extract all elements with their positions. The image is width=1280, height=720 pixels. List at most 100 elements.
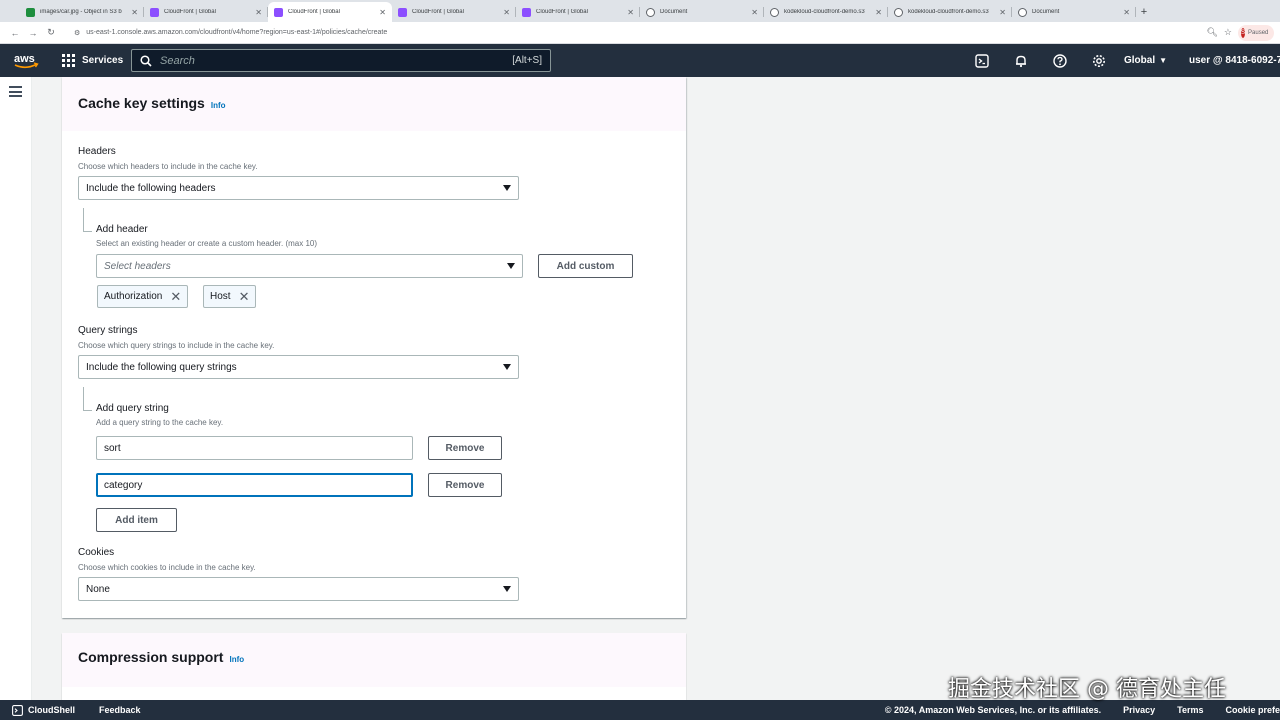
aws-logo-icon: aws <box>14 53 39 68</box>
tree-connector <box>83 208 92 232</box>
search-icon <box>140 54 152 67</box>
headers-select[interactable]: Include the following headers <box>78 176 519 200</box>
add-item-button[interactable]: Add item <box>96 508 177 532</box>
cookies-description: Choose which cookies to include in the c… <box>78 563 256 572</box>
back-arrow-icon[interactable]: ← <box>6 24 24 42</box>
tab-favicon-icon <box>274 7 283 17</box>
header-token: Host ✕ <box>203 285 257 308</box>
new-tab-button[interactable]: + <box>1136 2 1152 22</box>
browser-tab[interactable]: CloudFront | Global ✕ <box>392 2 516 22</box>
gear-icon[interactable] <box>1079 44 1118 77</box>
query-string-input-focused[interactable]: category <box>96 473 413 497</box>
terms-link[interactable]: Terms <box>1177 705 1203 715</box>
globe-icon <box>646 7 655 17</box>
info-link[interactable]: Info <box>229 655 244 664</box>
headers-label: Headers <box>78 146 116 157</box>
profile-button[interactable]: S Paused <box>1238 24 1274 41</box>
caret-down-icon: ▼ <box>1159 56 1168 65</box>
header-token: Authorization ✕ <box>97 285 189 308</box>
remove-button[interactable]: Remove <box>428 473 502 497</box>
privacy-link[interactable]: Privacy <box>1123 705 1155 715</box>
query-strings-select[interactable]: Include the following query strings <box>78 355 519 379</box>
globe-icon <box>894 7 903 17</box>
browser-tab[interactable]: CloudFront | Global ✕ <box>144 2 268 22</box>
side-nav-rail <box>0 77 32 700</box>
caret-down-icon <box>507 263 515 269</box>
caret-down-icon <box>503 185 511 191</box>
panel-header: Compression support Info <box>62 633 686 687</box>
console-footer: CloudShell Feedback © 2024, Amazon Web S… <box>0 700 1280 720</box>
browser-tab-active[interactable]: CloudFront | Global ✕ <box>268 2 392 22</box>
search-input[interactable]: Search [Alt+S] <box>131 49 551 72</box>
add-query-string-label: Add query string <box>96 403 169 414</box>
select-headers-dropdown[interactable]: Select headers <box>96 254 523 278</box>
add-header-label: Add header <box>96 224 148 235</box>
close-icon[interactable]: ✕ <box>751 8 758 17</box>
close-icon[interactable]: ✕ <box>503 8 510 17</box>
browser-tab[interactable]: images/car.jpg - Object in S3 b ✕ <box>20 2 144 22</box>
site-info-icon[interactable]: ⚙ <box>74 29 80 37</box>
close-icon[interactable]: ✕ <box>1123 8 1130 17</box>
grid-icon <box>62 54 75 67</box>
cookies-select[interactable]: None <box>78 577 519 601</box>
remove-button[interactable]: Remove <box>428 436 502 460</box>
cloudshell-icon <box>12 704 23 716</box>
cloudshell-icon[interactable] <box>962 44 1001 77</box>
query-strings-description: Choose which query strings to include in… <box>78 341 275 350</box>
browser-tab-strip: images/car.jpg - Object in S3 b ✕ CloudFr… <box>0 0 1280 22</box>
close-icon[interactable]: ✕ <box>239 290 250 303</box>
help-icon[interactable] <box>1040 44 1079 77</box>
aws-top-nav: aws Services Search [Alt+S] Global ▼ user… <box>0 44 1280 77</box>
cloudshell-button[interactable]: CloudShell <box>12 704 75 716</box>
services-menu[interactable]: Services <box>62 54 123 67</box>
browser-tab[interactable]: Document ✕ <box>640 2 764 22</box>
tab-favicon-icon <box>150 7 159 17</box>
browser-tab[interactable]: Document ✕ <box>1012 2 1136 22</box>
region-selector[interactable]: Global ▼ <box>1124 44 1167 77</box>
close-icon[interactable]: ✕ <box>170 290 181 303</box>
globe-icon <box>770 7 779 17</box>
cache-key-settings-panel: Cache key settings Info Headers Choose w… <box>62 77 686 618</box>
caret-down-icon <box>503 364 511 370</box>
zoom-icon[interactable]: 🔍︎ <box>1206 27 1217 38</box>
tree-connector <box>83 387 92 411</box>
browser-tab[interactable]: kodekloud-cloudfront-demo.s3 ✕ <box>764 2 888 22</box>
add-query-string-description: Add a query string to the cache key. <box>96 418 224 427</box>
panel-header: Cache key settings Info <box>62 77 686 131</box>
svg-text:aws: aws <box>14 53 35 65</box>
add-header-description: Select an existing header or create a cu… <box>96 239 318 248</box>
url-field[interactable]: ⚙ us-east-1.console.aws.amazon.com/cloudf… <box>66 25 1206 41</box>
cookie-preferences-link[interactable]: Cookie prefe <box>1225 705 1280 715</box>
cookies-label: Cookies <box>78 547 115 558</box>
close-icon[interactable]: ✕ <box>379 8 386 17</box>
close-icon[interactable]: ✕ <box>255 8 262 17</box>
address-bar: ← → ↻ ⚙ us-east-1.console.aws.amazon.com/… <box>0 22 1280 44</box>
bell-icon[interactable] <box>1001 44 1040 77</box>
add-custom-button[interactable]: Add custom <box>538 254 633 278</box>
reload-icon[interactable]: ↻ <box>42 24 60 42</box>
browser-tab[interactable]: CloudFront | Global ✕ <box>516 2 640 22</box>
info-link[interactable]: Info <box>211 101 226 110</box>
query-strings-label: Query strings <box>78 325 138 336</box>
close-icon[interactable]: ✕ <box>999 8 1006 17</box>
tab-favicon-icon <box>522 7 531 17</box>
watermark: 掘金技术社区 @ 德育处主任 <box>948 677 1226 702</box>
close-icon[interactable]: ✕ <box>131 8 138 17</box>
globe-icon <box>1018 7 1027 17</box>
query-string-input[interactable]: sort <box>96 436 413 460</box>
close-icon[interactable]: ✕ <box>627 8 634 17</box>
browser-tab[interactable]: kodekloud-cloudfront-demo.s3 ✕ <box>888 2 1012 22</box>
panel-title: Compression support <box>78 649 224 665</box>
forward-arrow-icon[interactable]: → <box>24 24 42 42</box>
caret-down-icon <box>503 586 511 592</box>
tab-favicon-icon <box>398 7 407 17</box>
aws-logo[interactable]: aws <box>0 44 52 77</box>
hamburger-menu-icon[interactable] <box>9 86 22 97</box>
copyright-text: © 2024, Amazon Web Services, Inc. or its… <box>884 705 1102 715</box>
close-icon[interactable]: ✕ <box>875 8 882 17</box>
feedback-link[interactable]: Feedback <box>99 705 141 715</box>
bookmark-star-icon[interactable]: ☆ <box>1224 27 1232 38</box>
tab-favicon-icon <box>26 7 35 17</box>
account-menu[interactable]: user @ 8418-6092-7 <box>1189 44 1280 77</box>
headers-description: Choose which headers to include in the c… <box>78 162 258 171</box>
